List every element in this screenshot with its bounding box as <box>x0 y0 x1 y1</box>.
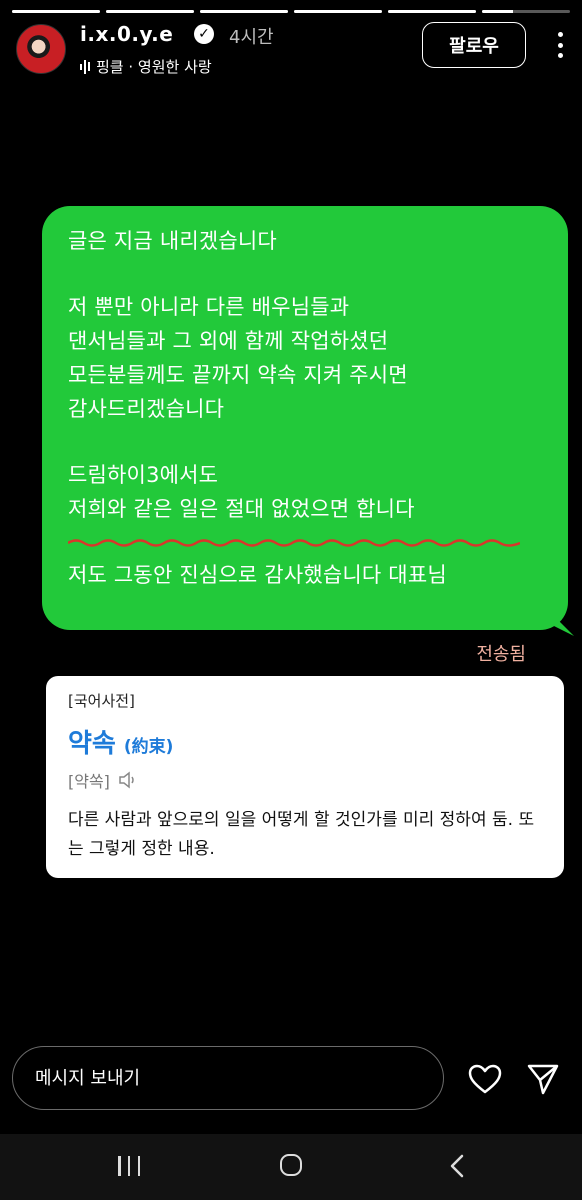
progress-segment <box>388 10 476 13</box>
progress-segment <box>294 10 382 13</box>
dictionary-pronunciation: [약쏙] <box>68 772 110 791</box>
dictionary-hanja: (約束) <box>123 737 174 757</box>
progress-segment <box>12 10 100 13</box>
more-vertical-icon[interactable] <box>554 32 566 58</box>
progress-segment <box>106 10 194 13</box>
back-icon[interactable] <box>446 1154 468 1178</box>
dictionary-label: [국어사전] <box>68 692 135 710</box>
sent-status: 전송됨 <box>476 644 526 665</box>
progress-segment <box>200 10 288 13</box>
dictionary-word: 약속 <box>68 729 116 759</box>
story-header: i.x.0.y.e ✓ 4시간 핑클 · 영원한 사랑 팔로우 <box>16 20 566 76</box>
message-line: 댄서님들과 그 외에 함께 작업하셨던 <box>68 329 389 353</box>
music-info[interactable]: 핑클 · 영원한 사랑 <box>80 56 212 77</box>
message-line: 저 뿐만 아니라 다른 배우님들과 <box>68 295 350 319</box>
message-composer <box>0 1030 582 1130</box>
dictionary-card: [국어사전] 약속 (約束) [약쏙] 다른 사람과 앞으로의 일을 어떻게 할… <box>46 676 564 878</box>
speaker-icon <box>119 771 134 789</box>
message-line: 글은 지금 내리겠습니다 <box>68 229 277 253</box>
recent-apps-icon[interactable] <box>118 1156 140 1176</box>
message-line <box>68 258 542 290</box>
system-navigation-bar <box>0 1134 582 1200</box>
message-input[interactable] <box>12 1046 444 1110</box>
avatar[interactable] <box>16 24 66 74</box>
progress-segment <box>482 10 570 13</box>
message-line <box>68 426 542 458</box>
message-line: 감사드리겠습니다 <box>68 397 225 421</box>
message-bubble: 글은 지금 내리겠습니다저 뿐만 아니라 다른 배우님들과댄서님들과 그 외에 … <box>42 206 568 630</box>
story-progress <box>12 10 570 13</box>
music-bars-icon <box>80 59 90 74</box>
message-line: 드림하이3에서도 <box>68 463 219 487</box>
follow-button[interactable]: 팔로우 <box>422 22 526 68</box>
red-underline <box>68 539 520 547</box>
send-icon[interactable] <box>526 1062 560 1096</box>
dictionary-definition: 다른 사람과 앞으로의 일을 어떻게 할 것인가를 미리 정하여 둠. 또는 그… <box>68 810 535 859</box>
post-time: 4시간 <box>229 27 274 48</box>
home-icon[interactable] <box>280 1154 302 1176</box>
verified-badge-icon: ✓ <box>194 24 214 44</box>
heart-icon[interactable] <box>468 1064 502 1094</box>
music-label: 핑클 · 영원한 사랑 <box>96 58 212 76</box>
username[interactable]: i.x.0.y.e <box>80 22 173 46</box>
message-line: 저도 그동안 진심으로 감사했습니다 대표님 <box>68 563 447 587</box>
message-line: 모든분들께도 끝까지 약속 지켜 주시면 <box>68 363 408 387</box>
message-line: 저희와 같은 일은 절대 없었으면 합니다 <box>68 497 415 521</box>
